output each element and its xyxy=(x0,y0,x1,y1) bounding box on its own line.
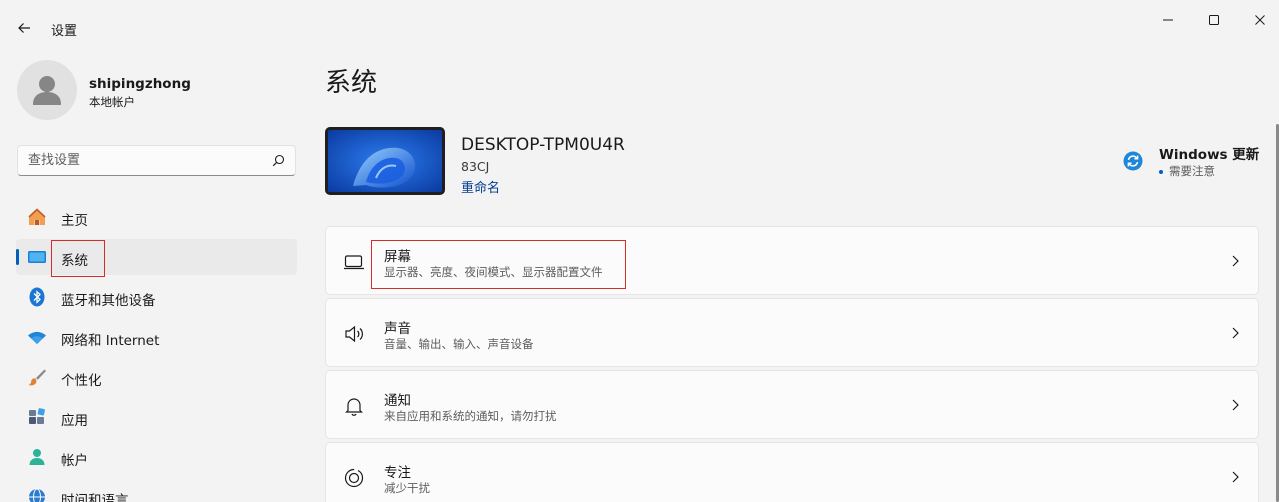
title-bar: 设置 xyxy=(0,0,1279,44)
device-thumbnail xyxy=(325,127,445,195)
card-notifications[interactable]: 通知 来自应用和系统的通知，请勿打扰 xyxy=(325,370,1259,439)
windows-update-title[interactable]: Windows 更新 xyxy=(1159,143,1259,163)
minimize-icon[interactable] xyxy=(1156,8,1180,32)
chevron-right-icon xyxy=(1232,471,1239,483)
annotation-highlight-box xyxy=(371,240,626,289)
card-subtitle: 音量、输出、输入、声音设备 xyxy=(384,337,534,351)
speaker-icon xyxy=(345,325,363,343)
brush-icon xyxy=(28,369,46,386)
device-model: 83CJ xyxy=(461,159,490,174)
card-subtitle: 减少干扰 xyxy=(384,481,430,495)
card-focus[interactable]: 专注 减少干扰 xyxy=(325,442,1259,502)
sidebar-item-apps[interactable]: 应用 xyxy=(16,399,297,435)
sidebar-item-home[interactable]: 主页 xyxy=(16,199,297,235)
page-title: 系统 xyxy=(325,68,378,98)
card-subtitle: 来自应用和系统的通知，请勿打扰 xyxy=(384,409,557,423)
card-title: 声音 xyxy=(384,321,411,337)
sidebar-item-bluetooth[interactable]: 蓝牙和其他设备 xyxy=(16,279,297,315)
sidebar-item-network[interactable]: 网络和 Internet xyxy=(16,319,297,355)
sidebar-item-label: 应用 xyxy=(61,413,88,429)
close-icon[interactable] xyxy=(1248,8,1272,32)
search-box[interactable] xyxy=(17,145,296,176)
active-indicator xyxy=(16,249,19,265)
status-dot-icon xyxy=(1159,169,1163,174)
chevron-right-icon xyxy=(1232,399,1239,411)
maximize-icon[interactable] xyxy=(1202,8,1226,32)
chevron-right-icon xyxy=(1232,255,1239,267)
avatar[interactable] xyxy=(17,60,77,120)
search-input[interactable] xyxy=(18,146,268,175)
system-icon xyxy=(28,251,46,263)
back-arrow-icon[interactable] xyxy=(12,16,36,40)
sidebar-item-label: 帐户 xyxy=(61,453,88,469)
sidebar-item-label: 网络和 Internet xyxy=(61,333,160,349)
sidebar-item-label: 主页 xyxy=(61,213,88,229)
sidebar-item-label: 蓝牙和其他设备 xyxy=(61,293,156,309)
home-icon xyxy=(28,208,46,225)
focus-icon xyxy=(344,468,364,488)
app-title: 设置 xyxy=(51,24,78,39)
person-icon xyxy=(33,76,61,105)
sidebar-item-label: 时间和语言 xyxy=(61,493,129,502)
sidebar-item-label: 个性化 xyxy=(61,373,102,389)
sidebar-item-personalization[interactable]: 个性化 xyxy=(16,359,297,395)
refresh-icon[interactable] xyxy=(1123,151,1143,171)
search-icon[interactable] xyxy=(272,154,285,167)
globe-icon xyxy=(29,488,45,502)
user-name: shipingzhong xyxy=(89,76,191,92)
account-type: 本地帐户 xyxy=(89,95,135,109)
annotation-highlight-box xyxy=(51,240,105,277)
windows-update-status: 需要注意 xyxy=(1159,163,1215,179)
apps-icon xyxy=(29,408,45,424)
wifi-icon xyxy=(28,331,46,344)
device-name: DESKTOP-TPM0U4R xyxy=(461,135,625,155)
card-title: 通知 xyxy=(384,393,411,409)
card-title: 专注 xyxy=(384,465,411,481)
rename-link[interactable]: 重命名 xyxy=(461,177,500,196)
account-icon xyxy=(29,449,45,465)
bell-icon xyxy=(345,398,363,416)
status-text: 需要注意 xyxy=(1169,164,1215,178)
bluetooth-icon xyxy=(29,287,45,307)
sidebar-item-accounts[interactable]: 帐户 xyxy=(16,439,297,475)
sidebar-item-time-language[interactable]: 时间和语言 xyxy=(16,479,297,502)
chevron-right-icon xyxy=(1232,327,1239,339)
wallpaper-bloom-image xyxy=(328,130,442,192)
card-sound[interactable]: 声音 音量、输出、输入、声音设备 xyxy=(325,298,1259,367)
monitor-icon xyxy=(344,255,364,270)
